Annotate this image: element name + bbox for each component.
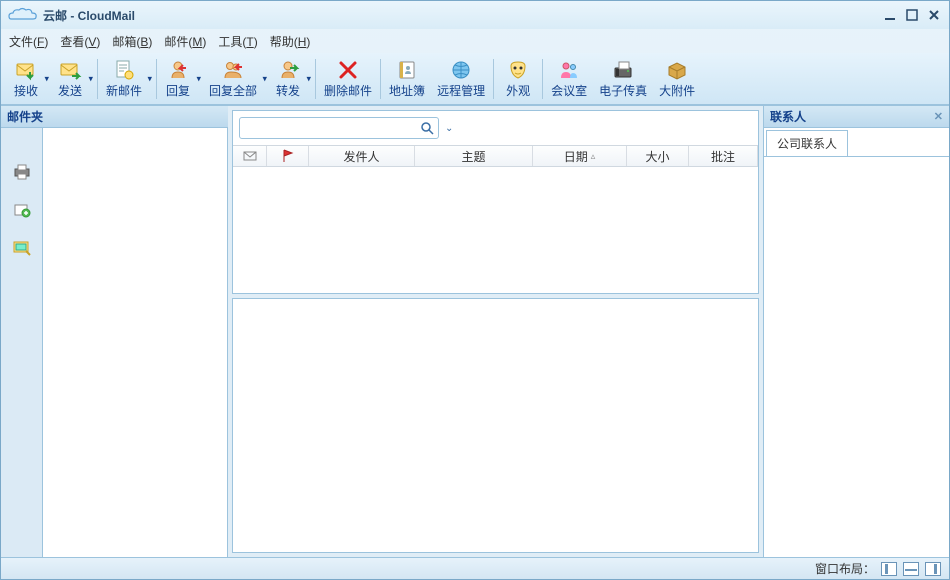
close-button[interactable] [925,7,943,23]
menu-help[interactable]: 帮助(H) [270,33,311,50]
forward-icon [276,58,300,82]
col-subject[interactable]: 主题 [415,146,533,166]
search-row: ⌄ [233,111,758,145]
folder-panel [43,128,228,557]
document-icon [112,58,136,82]
separator [315,59,316,99]
statusbar: 窗口布局： [1,557,949,579]
envelope-down-icon [14,58,38,82]
layout-button-1[interactable] [881,562,897,576]
envelope-right-icon [58,58,82,82]
folder-tree[interactable] [43,128,227,557]
minimize-button[interactable] [881,7,899,23]
search-box [239,117,439,139]
remote-manage-label: 远程管理 [437,82,485,99]
preview-panel [232,298,759,553]
separator [380,59,381,99]
layout-button-3[interactable] [925,562,941,576]
sidebar-icons [1,128,43,557]
separator [493,59,494,99]
big-attach-label: 大附件 [659,82,695,99]
contacts-header: 联系人 ✕ [764,106,949,128]
print-icon[interactable] [10,160,34,184]
send-label: 发送 [58,82,82,99]
contacts-title: 联系人 [770,108,806,125]
menu-file[interactable]: 文件(F) [9,33,48,50]
fax-icon [611,58,635,82]
box-icon [665,58,689,82]
globe-icon [449,58,473,82]
layout-button-2[interactable] [903,562,919,576]
remote-manage-button[interactable]: 远程管理 [431,56,491,101]
meeting-button[interactable]: 会议室 [545,56,593,101]
contacts-body[interactable] [764,157,949,557]
new-mail-label: 新邮件 [106,82,142,99]
center-panel: ⌄ 发件人 主题 日期 大小 批注 [228,106,763,557]
address-book-button[interactable]: 地址簿 [383,56,431,101]
main-panels: 邮件夹 [1,105,949,557]
receive-button[interactable]: 接收 [7,56,51,101]
col-sender[interactable]: 发件人 [309,146,415,166]
folder-panel-header: 邮件夹 [1,106,228,128]
mail-list-body[interactable] [233,167,758,293]
folder-panel-title: 邮件夹 [7,108,43,125]
book-icon [395,58,419,82]
reply-icon [166,58,190,82]
delete-x-icon [336,58,360,82]
meeting-label: 会议室 [551,82,587,99]
menu-view[interactable]: 查看(V) [60,33,100,50]
col-date[interactable]: 日期 [533,146,627,166]
separator [156,59,157,99]
appearance-button[interactable]: 外观 [496,56,540,101]
reply-all-button[interactable]: 回复全部 [203,56,269,101]
separator [542,59,543,99]
contacts-close-icon[interactable]: ✕ [934,110,943,123]
send-button[interactable]: 发送 [51,56,95,101]
forward-label: 转发 [276,82,300,99]
settings-icon[interactable] [10,236,34,260]
maximize-button[interactable] [903,7,921,23]
app-window: 云邮 - CloudMail 文件(F) 查看(V) 邮箱(B) 邮件(M) 工… [0,0,950,580]
search-input[interactable] [240,121,416,135]
contacts-tab-company[interactable]: 公司联系人 [766,130,848,156]
toolbar: 接收 发送 新邮件 回复 回复全部 转发 删除邮件 [1,53,949,105]
fax-button[interactable]: 电子传真 [593,56,653,101]
reply-all-icon [221,58,245,82]
separator [97,59,98,99]
people-icon [557,58,581,82]
reply-all-label: 回复全部 [209,82,257,99]
window-title: 云邮 - CloudMail [43,7,135,24]
layout-label: 窗口布局： [815,560,875,577]
big-attach-button[interactable]: 大附件 [653,56,701,101]
forward-button[interactable]: 转发 [269,56,313,101]
col-envelope-icon[interactable] [233,146,267,166]
new-mail-button[interactable]: 新邮件 [100,56,154,101]
menubar: 文件(F) 查看(V) 邮箱(B) 邮件(M) 工具(T) 帮助(H) [1,29,949,53]
titlebar: 云邮 - CloudMail [1,1,949,29]
contacts-tabs: 公司联系人 [764,128,949,157]
menu-tools[interactable]: 工具(T) [218,33,257,50]
fax-label: 电子传真 [599,82,647,99]
reply-label: 回复 [166,82,190,99]
col-note[interactable]: 批注 [689,146,758,166]
reply-button[interactable]: 回复 [159,56,203,101]
column-headers: 发件人 主题 日期 大小 批注 [233,145,758,167]
col-flag-icon[interactable] [267,146,309,166]
add-folder-icon[interactable] [10,198,34,222]
menu-mail[interactable]: 邮件(M) [164,33,206,50]
delete-label: 删除邮件 [324,82,372,99]
col-size[interactable]: 大小 [627,146,689,166]
mail-list-panel: ⌄ 发件人 主题 日期 大小 批注 [232,110,759,294]
menu-mailbox[interactable]: 邮箱(B) [112,33,152,50]
address-book-label: 地址簿 [389,82,425,99]
receive-label: 接收 [14,82,38,99]
appearance-label: 外观 [506,82,530,99]
mask-icon [506,58,530,82]
app-logo-icon [7,5,39,25]
search-dropdown-icon[interactable]: ⌄ [445,123,453,134]
search-icon[interactable] [416,121,438,135]
contacts-panel: 联系人 ✕ 公司联系人 [763,106,949,557]
delete-button[interactable]: 删除邮件 [318,56,378,101]
